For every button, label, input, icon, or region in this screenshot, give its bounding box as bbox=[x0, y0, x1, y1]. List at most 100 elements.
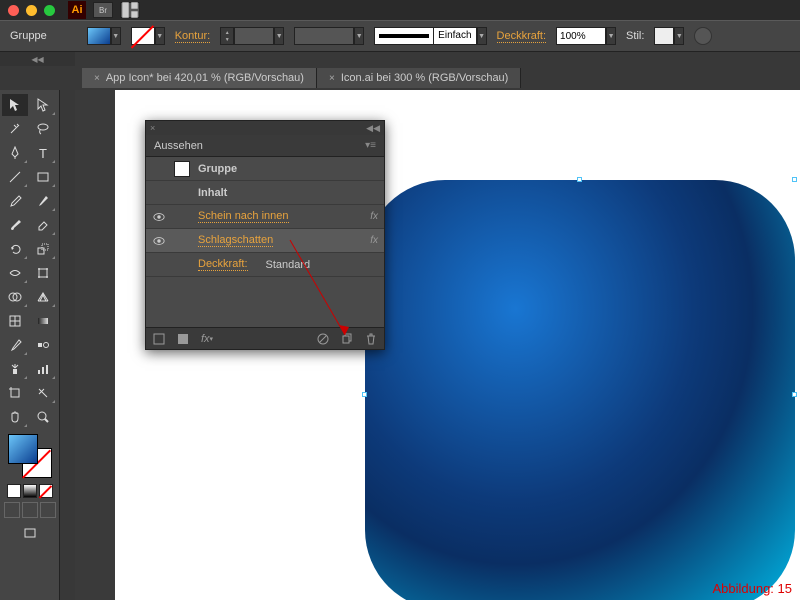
direct-selection-tool[interactable] bbox=[30, 94, 56, 116]
stroke-dropdown[interactable]: ▼ bbox=[155, 27, 165, 45]
zoom-tool[interactable] bbox=[30, 406, 56, 428]
effect-name-link[interactable]: Schein nach innen bbox=[198, 210, 289, 223]
gradient-tool[interactable] bbox=[30, 310, 56, 332]
stroke-label[interactable]: Kontur: bbox=[175, 30, 210, 43]
blob-brush-tool[interactable] bbox=[2, 214, 28, 236]
selection-handle[interactable] bbox=[362, 392, 367, 397]
bridge-button[interactable]: Br bbox=[93, 2, 113, 18]
appearance-effect-row[interactable]: Schein nach innen fx bbox=[146, 205, 384, 229]
mesh-tool[interactable] bbox=[2, 310, 28, 332]
tab-label: Icon.ai bei 300 % (RGB/Vorschau) bbox=[341, 72, 509, 84]
selection-handle[interactable] bbox=[792, 177, 797, 182]
figure-caption: Abbildung: 15 bbox=[712, 581, 792, 596]
appearance-object-row[interactable]: Gruppe bbox=[146, 157, 384, 181]
style-label: Stil: bbox=[626, 30, 644, 42]
window-zoom-button[interactable] bbox=[44, 5, 55, 16]
gradient-mode-button[interactable] bbox=[23, 484, 37, 498]
draw-inside-button[interactable] bbox=[40, 502, 56, 518]
tools-panel: T bbox=[0, 90, 60, 600]
type-tool[interactable]: T bbox=[30, 142, 56, 164]
hand-tool[interactable] bbox=[2, 406, 28, 428]
opacity-dropdown[interactable]: ▼ bbox=[606, 27, 616, 45]
lasso-tool[interactable] bbox=[30, 118, 56, 140]
opacity-input[interactable] bbox=[556, 27, 606, 45]
color-mode-button[interactable] bbox=[7, 484, 21, 498]
object-type-label: Gruppe bbox=[198, 163, 237, 175]
artboard-tool[interactable] bbox=[2, 382, 28, 404]
column-graph-tool[interactable] bbox=[30, 358, 56, 380]
none-mode-button[interactable] bbox=[39, 484, 53, 498]
svg-text:T: T bbox=[39, 146, 47, 160]
tools-collapse-toggle[interactable]: ◀◀ bbox=[0, 52, 75, 66]
document-tab-1[interactable]: × App Icon* bei 420,01 % (RGB/Vorschau) bbox=[82, 68, 317, 88]
selection-tool[interactable] bbox=[2, 94, 28, 116]
screen-mode-button[interactable] bbox=[17, 522, 43, 544]
delete-item-button[interactable] bbox=[364, 332, 378, 346]
opacity-label[interactable]: Deckkraft: bbox=[497, 30, 547, 43]
fill-stroke-indicator[interactable] bbox=[8, 434, 52, 478]
visibility-toggle-icon[interactable] bbox=[152, 210, 166, 224]
panel-titlebar[interactable]: × ◀◀ bbox=[146, 121, 384, 135]
stroke-weight-input[interactable] bbox=[234, 27, 274, 45]
effect-name-link[interactable]: Schlagschatten bbox=[198, 234, 273, 247]
opacity-link[interactable]: Deckkraft: bbox=[198, 258, 248, 271]
blend-tool[interactable] bbox=[30, 334, 56, 356]
document-setup-button[interactable] bbox=[694, 27, 712, 45]
free-transform-tool[interactable] bbox=[30, 262, 56, 284]
panel-menu-icon[interactable]: ▾≡ bbox=[365, 140, 376, 151]
panel-collapse-icon[interactable]: ◀◀ bbox=[366, 123, 380, 134]
var-width-dropdown[interactable]: ▼ bbox=[354, 27, 364, 45]
pencil-tool[interactable] bbox=[30, 190, 56, 212]
magic-wand-tool[interactable] bbox=[2, 118, 28, 140]
stroke-weight-stepper[interactable]: ▲▼ bbox=[220, 27, 234, 45]
fill-dropdown[interactable]: ▼ bbox=[111, 27, 121, 45]
visibility-toggle-icon[interactable] bbox=[152, 234, 166, 248]
pen-tool[interactable] bbox=[2, 142, 28, 164]
document-tab-2[interactable]: × Icon.ai bei 300 % (RGB/Vorschau) bbox=[317, 68, 521, 88]
stroke-weight-dropdown[interactable]: ▼ bbox=[274, 27, 284, 45]
rotate-tool[interactable] bbox=[2, 238, 28, 260]
new-stroke-button[interactable] bbox=[152, 332, 166, 346]
appearance-contents-row[interactable]: Inhalt bbox=[146, 181, 384, 205]
app-icon-object[interactable] bbox=[365, 180, 795, 600]
tab-close-icon[interactable]: × bbox=[94, 73, 100, 84]
paintbrush-tool[interactable] bbox=[2, 190, 28, 212]
new-fill-button[interactable] bbox=[176, 332, 190, 346]
object-thumb-icon bbox=[174, 161, 190, 177]
scale-tool[interactable] bbox=[30, 238, 56, 260]
selection-handle[interactable] bbox=[577, 177, 582, 182]
rectangle-tool[interactable] bbox=[30, 166, 56, 188]
symbol-sprayer-tool[interactable] bbox=[2, 358, 28, 380]
arrange-documents-button[interactable] bbox=[120, 2, 140, 18]
clear-appearance-button[interactable] bbox=[316, 332, 330, 346]
style-dropdown[interactable]: ▼ bbox=[674, 27, 684, 45]
fill-indicator[interactable] bbox=[8, 434, 38, 464]
add-effect-button[interactable]: fx▾ bbox=[200, 332, 214, 346]
shape-builder-tool[interactable] bbox=[2, 286, 28, 308]
brush-dropdown[interactable]: ▼ bbox=[477, 27, 487, 45]
perspective-grid-tool[interactable] bbox=[30, 286, 56, 308]
app-logo-icon: Ai bbox=[68, 1, 86, 19]
panel-close-icon[interactable]: × bbox=[150, 123, 155, 133]
line-tool[interactable] bbox=[2, 166, 28, 188]
brush-sample[interactable] bbox=[374, 27, 434, 45]
window-close-button[interactable] bbox=[8, 5, 19, 16]
fill-swatch[interactable] bbox=[87, 27, 111, 45]
draw-normal-button[interactable] bbox=[4, 502, 20, 518]
graphic-style-swatch[interactable] bbox=[654, 27, 674, 45]
selection-handle[interactable] bbox=[792, 392, 797, 397]
tab-close-icon[interactable]: × bbox=[329, 73, 335, 84]
slice-tool[interactable] bbox=[30, 382, 56, 404]
width-tool[interactable] bbox=[2, 262, 28, 284]
var-width-profile[interactable] bbox=[294, 27, 354, 45]
appearance-opacity-row[interactable]: Deckkraft: Standard bbox=[146, 253, 384, 277]
duplicate-item-button[interactable] bbox=[340, 332, 354, 346]
stroke-swatch[interactable] bbox=[131, 27, 155, 45]
draw-behind-button[interactable] bbox=[22, 502, 38, 518]
eyedropper-tool[interactable] bbox=[2, 334, 28, 356]
appearance-effect-row[interactable]: Schlagschatten fx bbox=[146, 229, 384, 253]
window-minimize-button[interactable] bbox=[26, 5, 37, 16]
appearance-tab[interactable]: Aussehen bbox=[154, 140, 203, 152]
document-tabs: × App Icon* bei 420,01 % (RGB/Vorschau) … bbox=[0, 66, 800, 90]
eraser-tool[interactable] bbox=[30, 214, 56, 236]
